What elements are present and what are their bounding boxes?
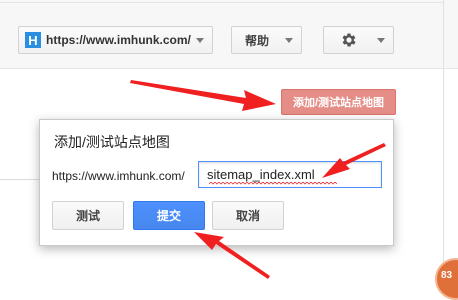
add-sitemap-dialog: 添加/测试站点地图 https://www.imhunk.com/ 测试 提交 … xyxy=(39,119,394,246)
add-test-sitemap-button[interactable]: 添加/测试站点地图 xyxy=(281,89,396,115)
chevron-down-icon xyxy=(196,38,204,43)
badge-count: 83 xyxy=(441,270,453,281)
panel-edge xyxy=(443,0,444,294)
settings-button[interactable] xyxy=(323,26,394,54)
url-prefix: https://www.imhunk.com/ xyxy=(52,169,185,183)
chevron-down-icon xyxy=(285,38,293,43)
site-url: https://www.imhunk.com/ xyxy=(46,33,191,47)
test-button[interactable]: 测试 xyxy=(52,201,124,230)
site-selector[interactable]: H https://www.imhunk.com/ xyxy=(18,26,213,54)
divider xyxy=(0,179,44,180)
gear-icon xyxy=(342,33,356,47)
help-button[interactable]: 帮助 xyxy=(231,26,302,54)
submit-button[interactable]: 提交 xyxy=(133,201,205,230)
red-arrow-annotation xyxy=(130,80,276,111)
sitemap-path-input[interactable] xyxy=(198,161,382,188)
help-label: 帮助 xyxy=(245,33,270,48)
chevron-down-icon xyxy=(377,38,385,43)
divider xyxy=(0,2,444,3)
dialog-title: 添加/测试站点地图 xyxy=(54,134,170,150)
cancel-button[interactable]: 取消 xyxy=(212,201,284,230)
site-favicon-icon: H xyxy=(25,32,41,48)
